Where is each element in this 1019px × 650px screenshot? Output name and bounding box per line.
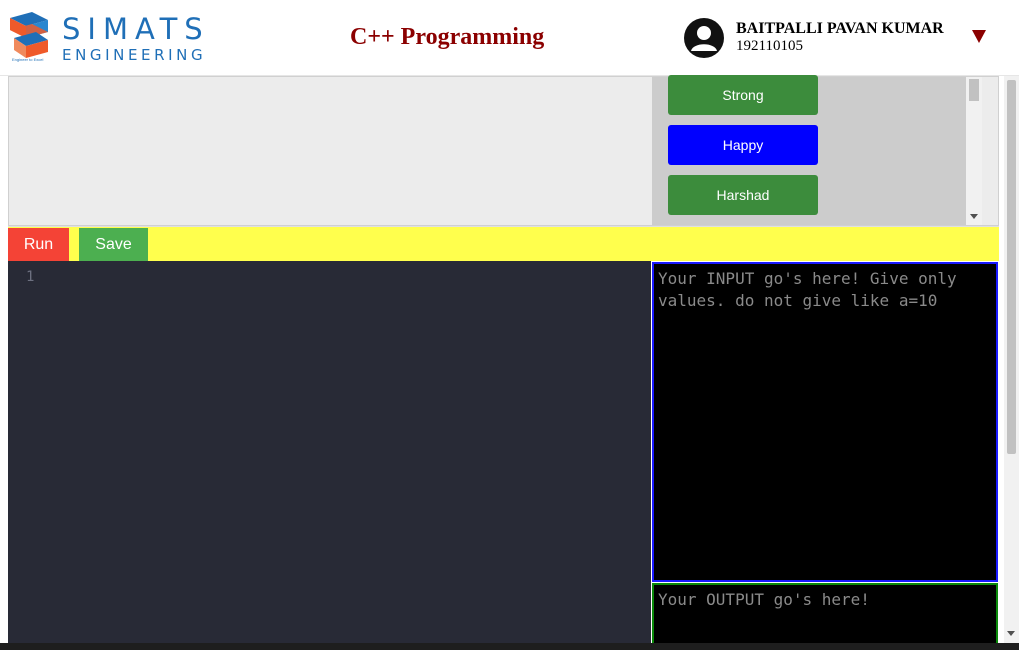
user-id: 192110105 bbox=[736, 38, 803, 54]
run-button[interactable]: Run bbox=[8, 228, 69, 261]
simats-logo-mark-icon bbox=[10, 12, 48, 58]
caret-down-icon[interactable] bbox=[970, 27, 988, 45]
page-scroll-down-arrow-icon[interactable] bbox=[1007, 631, 1015, 636]
logo-tagline: Engineer to Excel bbox=[12, 57, 44, 62]
save-button[interactable]: Save bbox=[79, 228, 148, 261]
user-avatar-icon[interactable] bbox=[684, 18, 724, 58]
output-placeholder: Your OUTPUT go's here! bbox=[658, 590, 870, 609]
app-header: SIMATS ENGINEERING Engineer to Excel C++… bbox=[0, 0, 1019, 76]
tag-button-strong[interactable]: Strong bbox=[668, 75, 818, 115]
input-placeholder: Your INPUT go's here! Give only values. … bbox=[658, 269, 957, 310]
scroll-down-arrow-icon[interactable] bbox=[970, 214, 978, 219]
user-name: BAITPALLI PAVAN KUMAR bbox=[736, 20, 944, 37]
code-editor[interactable]: 1 bbox=[8, 261, 651, 650]
program-output-field[interactable]: Your OUTPUT go's here! bbox=[652, 583, 998, 650]
line-number: 1 bbox=[26, 269, 35, 285]
page-scrollbar-thumb[interactable] bbox=[1007, 80, 1016, 454]
logo-title: SIMATS bbox=[62, 12, 210, 46]
logo-subtitle: ENGINEERING bbox=[62, 46, 207, 64]
problem-panel: Strong Happy Harshad bbox=[8, 75, 999, 226]
tags-scrollbar-thumb[interactable] bbox=[969, 79, 979, 101]
program-input-field[interactable]: Your INPUT go's here! Give only values. … bbox=[652, 262, 998, 582]
problem-tags-panel: Strong Happy Harshad bbox=[652, 75, 982, 225]
page-title: C++ Programming bbox=[350, 24, 545, 50]
tag-button-happy[interactable]: Happy bbox=[668, 125, 818, 165]
editor-toolbar: Run Save bbox=[8, 226, 999, 261]
tag-button-harshad[interactable]: Harshad bbox=[668, 175, 818, 215]
simats-logo[interactable]: SIMATS ENGINEERING Engineer to Excel bbox=[6, 12, 216, 66]
bottom-strip bbox=[0, 643, 1019, 650]
tags-scrollbar[interactable] bbox=[966, 77, 982, 225]
page-scrollbar[interactable] bbox=[1004, 76, 1019, 650]
